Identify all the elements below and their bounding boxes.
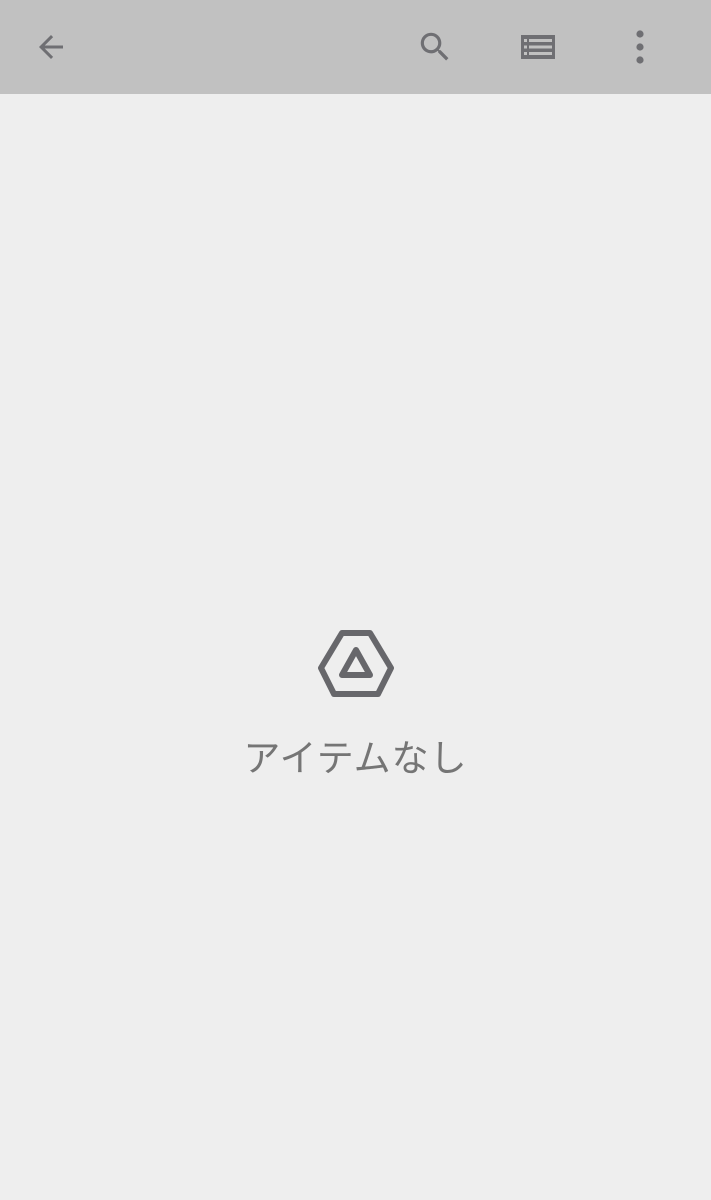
search-icon xyxy=(420,32,449,61)
app-toolbar xyxy=(0,0,711,94)
list-view-button[interactable] xyxy=(502,11,574,83)
arrow-back-icon xyxy=(39,35,63,59)
more-options-button[interactable] xyxy=(604,11,676,83)
back-button[interactable] xyxy=(15,11,87,83)
more-vert-icon xyxy=(636,30,644,64)
empty-message: アイテムなし xyxy=(243,737,468,780)
list-view-icon xyxy=(521,35,555,59)
drive-logo-icon xyxy=(318,630,394,697)
empty-state: アイテムなし xyxy=(0,94,711,1200)
search-button[interactable] xyxy=(399,11,471,83)
